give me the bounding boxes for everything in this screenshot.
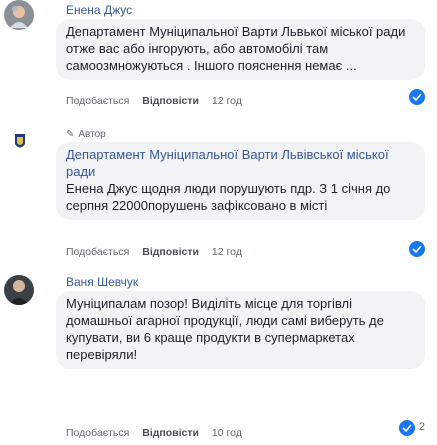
author-tag-label: Автор — [78, 129, 106, 140]
reply-button[interactable]: Відповісти — [142, 95, 199, 107]
comment-author[interactable]: Енена Джус — [66, 3, 425, 17]
like-button[interactable]: Подобається — [66, 95, 129, 107]
comment-text: Муніципалам позор! Виділіть місце для то… — [66, 296, 384, 362]
comment-1: Енена Джус Департамент Муніципальної Вар… — [0, 0, 437, 125]
comment-text: Енена Джус щодня люди порушують пдр. З 1… — [66, 181, 391, 213]
comment-time[interactable]: 12 год — [212, 246, 242, 258]
comment-text: Департамент Муніципальної Варти Львької … — [66, 24, 406, 73]
comment-2: ✎ Автор Департамент Муніципальної Варти … — [0, 126, 437, 266]
like-reaction-icon[interactable] — [399, 420, 415, 436]
comment-bubble: Муніципалам позор! Виділіть місце для то… — [56, 291, 425, 369]
comment-author[interactable]: Ваня Шевчук — [66, 275, 425, 289]
comment-actions: Подобається Відповісти 12 год — [66, 95, 252, 107]
reply-button[interactable]: Відповісти — [142, 246, 199, 258]
like-reaction-icon[interactable] — [409, 241, 425, 257]
comment-time[interactable]: 10 год — [212, 427, 242, 439]
like-button[interactable]: Подобається — [66, 246, 129, 258]
comment-actions: Подобається Відповісти 12 год — [66, 246, 252, 258]
author-tag: ✎ Автор — [66, 128, 425, 141]
avatar[interactable] — [4, 275, 34, 305]
comment-3: Ваня Шевчук Муніципалам позор! Виділіть … — [0, 272, 437, 445]
comment-actions: Подобається Відповісти 10 год — [66, 427, 252, 439]
like-reaction-icon[interactable] — [409, 89, 425, 105]
reply-button[interactable]: Відповісти — [142, 427, 199, 439]
like-button[interactable]: Подобається — [66, 427, 129, 439]
pen-icon: ✎ — [66, 129, 75, 140]
comment-bubble: Департамент Муніципальної Варти Львівськ… — [56, 142, 425, 220]
avatar[interactable] — [8, 130, 32, 154]
avatar[interactable] — [4, 0, 34, 30]
comment-author[interactable]: Департамент Муніципальної Варти Львівськ… — [66, 146, 415, 180]
reaction-count[interactable]: 2 — [419, 421, 425, 433]
comment-bubble: Департамент Муніципальної Варти Львької … — [56, 19, 425, 80]
comment-time[interactable]: 12 год — [212, 95, 242, 107]
